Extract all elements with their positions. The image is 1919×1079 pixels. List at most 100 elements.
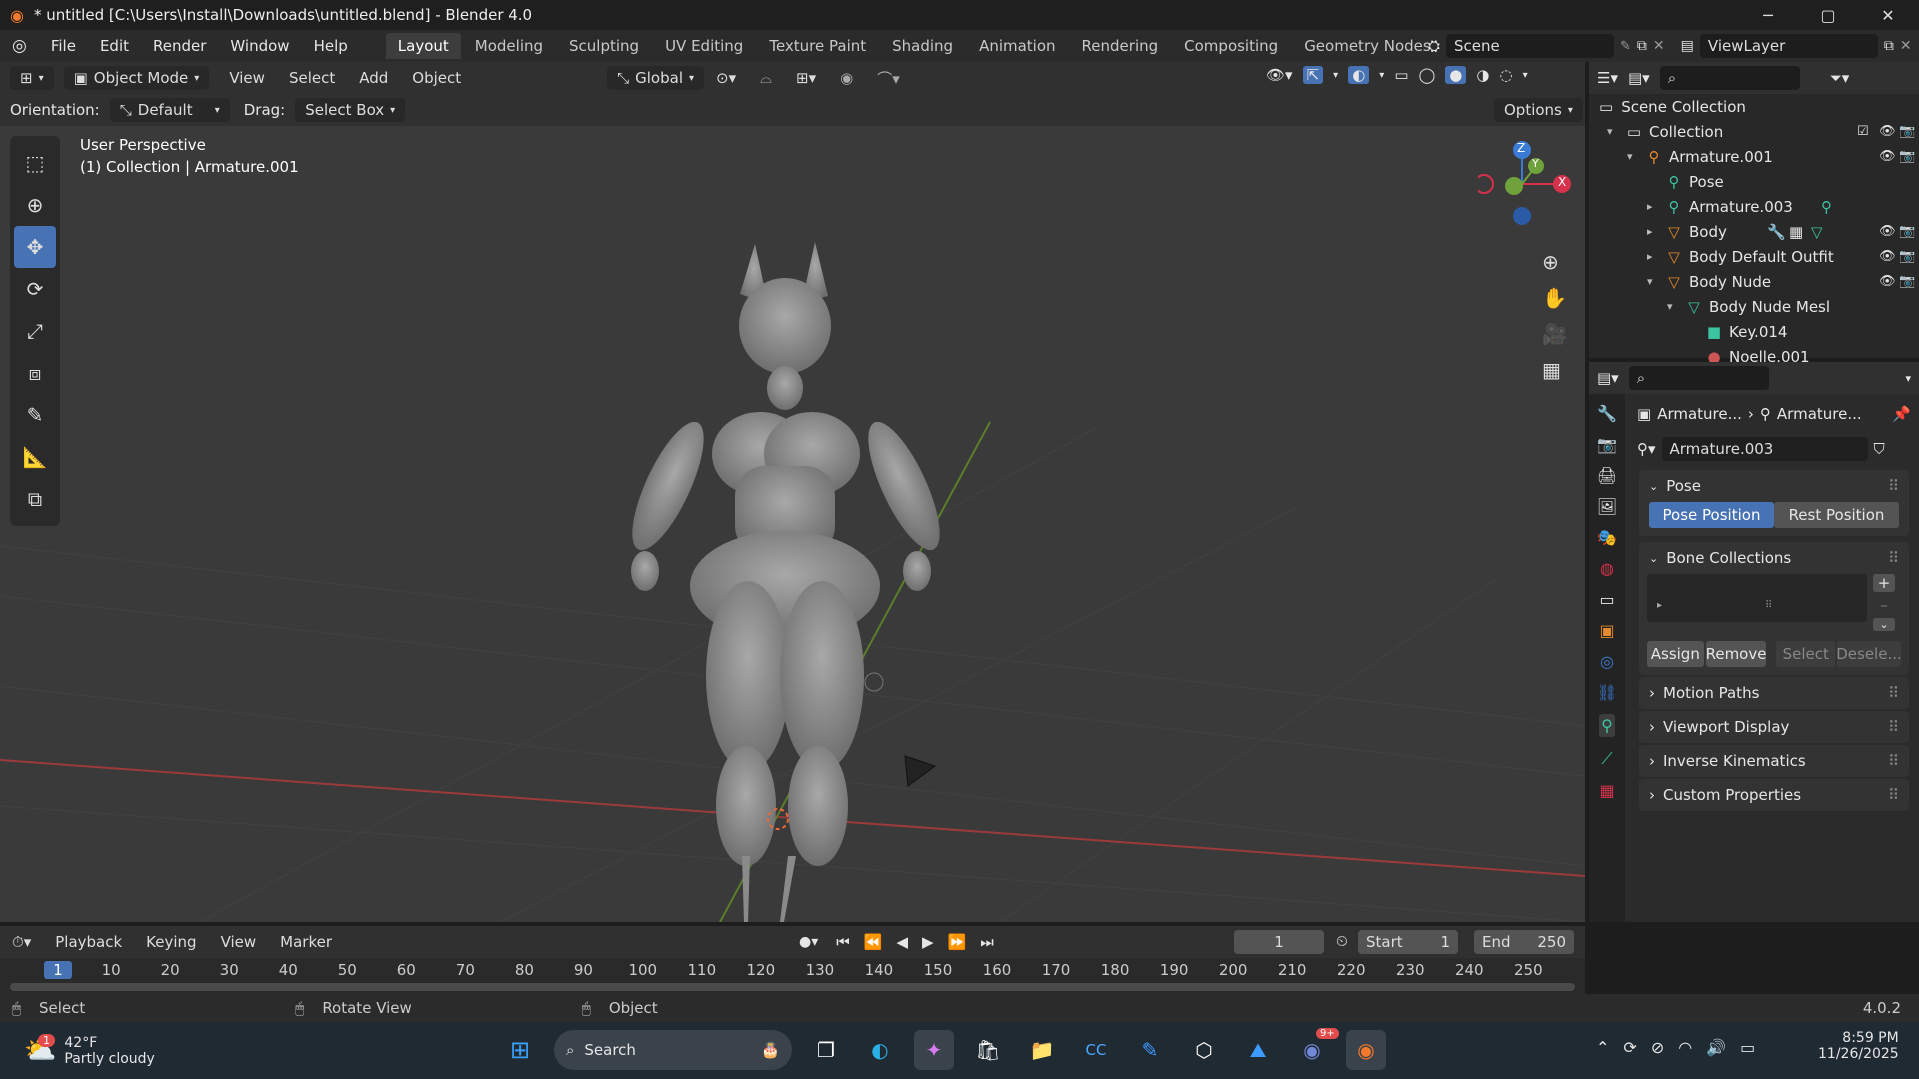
menu-window[interactable]: Window — [218, 37, 301, 55]
select-button[interactable]: Select — [1776, 641, 1835, 667]
pose-panel-header[interactable]: ⌄ Pose ⠿ — [1639, 470, 1909, 502]
drag-handle-icon[interactable]: ⠿ — [1888, 786, 1899, 804]
output-tab-icon[interactable]: 🖨 — [1597, 466, 1617, 485]
end-frame-field[interactable]: End 250 — [1474, 930, 1574, 954]
ortho-toggle-icon[interactable]: ▦ — [1542, 358, 1567, 382]
expand-arrow-icon[interactable]: ▾ — [1647, 275, 1659, 288]
new-scene-icon[interactable]: ⧉ — [1637, 38, 1647, 54]
add-cube-tool-icon[interactable]: ⧉ — [14, 478, 56, 520]
panel-header[interactable]: › Custom Properties ⠿ — [1639, 779, 1909, 811]
pivot-point-icon[interactable]: ⊙▾ — [704, 69, 748, 87]
rest-position-button[interactable]: Rest Position — [1774, 502, 1899, 528]
drag-handle-icon[interactable]: ⠿ — [1888, 549, 1899, 567]
taskbar-search[interactable]: ⌕ Search 🎂 — [554, 1030, 792, 1070]
material-shading-icon[interactable]: ◑ — [1476, 66, 1489, 84]
play-reverse-icon[interactable]: ◀ — [896, 933, 908, 951]
copilot-icon[interactable]: ✦ — [914, 1030, 954, 1070]
tab-modeling[interactable]: Modeling — [463, 33, 555, 59]
proportional-edit-icon[interactable]: ◉ — [828, 69, 865, 87]
viewport-menu-view[interactable]: View — [217, 69, 277, 87]
outliner-row[interactable]: ⚲ Pose — [1589, 169, 1919, 194]
zoom-icon[interactable]: ⊕ — [1542, 250, 1567, 274]
camera-view-icon[interactable]: 🎥 — [1542, 322, 1567, 346]
minimize-button[interactable]: ─ — [1740, 0, 1796, 30]
outliner-row[interactable]: ▸ ▽ Body Default Outfit 👁 📷 — [1589, 244, 1919, 269]
exclude-checkbox-icon[interactable]: ☑ — [1857, 124, 1869, 139]
render-camera-icon[interactable]: 📷 — [1899, 224, 1915, 239]
jump-end-icon[interactable]: ⏭ — [980, 933, 994, 951]
transform-tool-icon[interactable]: ⧈ — [14, 352, 56, 394]
paint-app-icon[interactable]: ✎ — [1130, 1030, 1170, 1070]
outliner-row[interactable]: ▸ ▽ Body 👁 📷 🔧 ▦ ▽ — [1589, 219, 1919, 244]
preview-range-icon[interactable]: ⏲ — [1336, 932, 1348, 950]
transform-orientation-selector[interactable]: ⤡ Global ▾ — [607, 66, 705, 90]
gizmo-dropdown-icon[interactable]: ▾ — [1333, 70, 1338, 81]
pan-hand-icon[interactable]: ✋ — [1542, 286, 1567, 310]
blender-menu-icon[interactable]: ◎ — [0, 36, 39, 56]
prev-keyframe-icon[interactable]: ⏪ — [864, 933, 883, 951]
chevron-down-icon[interactable]: ▾ — [1905, 372, 1911, 385]
file-explorer-icon[interactable]: 📁 — [1022, 1030, 1062, 1070]
armature-data-icon[interactable]: ⚲▾ — [1637, 440, 1656, 458]
view-layer-tab-icon[interactable]: 🖼 — [1597, 497, 1617, 516]
expand-arrow-icon[interactable]: ▾ — [1627, 150, 1639, 163]
delete-scene-icon[interactable]: ✕ — [1653, 38, 1665, 54]
armature-name-field[interactable]: Armature.003 — [1661, 437, 1868, 461]
show-hidden-icons-chevron-icon[interactable]: ⌃ — [1596, 1038, 1609, 1057]
display-mode-icon[interactable]: ▤▾ — [1628, 69, 1650, 87]
eye-icon[interactable]: 👁 — [1879, 149, 1896, 164]
3d-viewport[interactable]: User Perspective (1) Collection | Armatu… — [0, 126, 1585, 922]
object-tab-icon[interactable]: ▣ — [1599, 621, 1614, 640]
menu-edit[interactable]: Edit — [88, 37, 141, 55]
outliner-row[interactable]: ▾ ▽ Body Nude Mesl — [1589, 294, 1919, 319]
options-dropdown[interactable]: Options ▾ — [1494, 98, 1583, 122]
assign-button[interactable]: Assign — [1647, 641, 1704, 667]
move-tool-icon[interactable]: ✥ — [14, 226, 56, 268]
panel-header[interactable]: › Motion Paths ⠿ — [1639, 677, 1909, 709]
expand-arrow-icon[interactable]: ▸ — [1657, 600, 1662, 611]
record-icon[interactable]: ●▾ — [799, 934, 818, 950]
timeline-menu-playback[interactable]: Playback — [43, 933, 134, 951]
scale-tool-icon[interactable]: ⤢ — [14, 310, 56, 352]
tab-animation[interactable]: Animation — [967, 33, 1067, 59]
tab-geometry-nodes[interactable]: Geometry Nodes — [1292, 33, 1443, 59]
playhead-frame-label[interactable]: 1 — [44, 961, 72, 979]
mic-off-icon[interactable]: ⊘ — [1651, 1038, 1664, 1057]
tab-layout[interactable]: Layout — [385, 33, 461, 59]
snap-target-icon[interactable]: ⊞▾ — [784, 69, 828, 87]
scene-selector[interactable]: Scene — [1446, 34, 1615, 58]
render-tab-icon[interactable]: 📷 — [1597, 435, 1617, 454]
eye-icon[interactable]: 👁 — [1879, 124, 1896, 139]
battery-icon[interactable]: ▭ — [1740, 1038, 1755, 1057]
orientation-selector[interactable]: ⤡ Default ▾ — [109, 98, 230, 122]
list-resize-handle-icon[interactable]: ⠿ — [1765, 600, 1772, 611]
move-down-icon[interactable]: ⌄ — [1873, 618, 1895, 631]
breadcrumb-object[interactable]: Armature... — [1657, 405, 1742, 423]
current-frame-field[interactable]: 1 — [1234, 930, 1324, 954]
bone-tab-icon[interactable]: ⟋ — [1601, 749, 1612, 769]
expand-arrow-icon[interactable]: ▾ — [1607, 125, 1619, 138]
eye-icon[interactable]: 👁 — [1879, 249, 1896, 264]
start-frame-field[interactable]: Start 1 — [1358, 930, 1458, 954]
scene-collection-row[interactable]: ▭ Scene Collection — [1589, 94, 1919, 119]
xray-toggle-icon[interactable]: ▭ — [1394, 66, 1408, 84]
start-windows-icon[interactable]: ⊞ — [500, 1030, 540, 1070]
viewport-menu-add[interactable]: Add — [347, 69, 400, 87]
timeline-menu-keying[interactable]: Keying — [134, 933, 208, 951]
bone-collections-header[interactable]: ⌄ Bone Collections ⠿ — [1639, 542, 1909, 574]
falloff-icon[interactable]: ⌒▾ — [865, 68, 912, 89]
viewport-menu-object[interactable]: Object — [400, 69, 473, 87]
next-keyframe-icon[interactable]: ⏩ — [948, 933, 967, 951]
bone-collections-list[interactable]: ▸ ⠿ — [1647, 574, 1867, 622]
expand-arrow-icon[interactable]: ▸ — [1647, 225, 1659, 238]
snap-toggle-icon[interactable]: ⌓ — [748, 69, 784, 87]
outliner-row[interactable]: ■ Key.014 — [1589, 319, 1919, 344]
constraints-tab-icon[interactable]: ⛓ — [1597, 683, 1617, 702]
menu-help[interactable]: Help — [302, 37, 360, 55]
world-tab-icon[interactable]: ◍ — [1600, 559, 1614, 578]
wireframe-shading-icon[interactable]: ◯ — [1419, 66, 1436, 84]
solid-shading-icon[interactable]: ● — [1445, 66, 1467, 84]
remove-button[interactable]: Remove — [1705, 641, 1767, 667]
eye-icon[interactable]: 👁 — [1879, 274, 1896, 289]
outliner-row[interactable]: ▾ ⚲ Armature.001 👁 📷 — [1589, 144, 1919, 169]
